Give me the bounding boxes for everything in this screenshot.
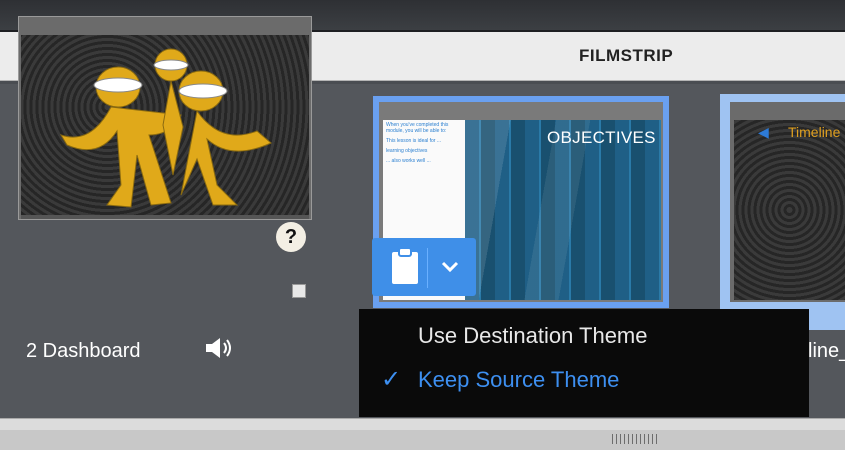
slide-thumbnail-timeline[interactable]: ◀ Timeline <box>730 102 845 302</box>
audio-speaker-icon[interactable] <box>202 334 236 362</box>
resize-grip-icon[interactable] <box>612 434 658 444</box>
button-separator <box>427 248 428 288</box>
question-bubble: ? <box>276 222 306 252</box>
slide-body-line: ... also works well ... <box>386 158 431 164</box>
gold-figures-illustration <box>59 48 272 208</box>
slide-thumbnail-dashboard[interactable] <box>18 16 312 220</box>
checkmark-icon: ✓ <box>381 366 402 393</box>
slide-heading: OBJECTIVES <box>547 128 656 147</box>
back-arrow-icon: ◀ <box>758 124 769 140</box>
slide-body-line: This lesson is ideal for ... <box>386 138 442 144</box>
slide-image <box>21 35 309 215</box>
resize-bar[interactable] <box>0 430 845 450</box>
chevron-down-icon[interactable] <box>438 254 462 278</box>
slide-corner-icon <box>292 284 306 298</box>
slide-label: 2 Dashboard <box>26 340 141 362</box>
slide-body-line: When you've completed this module, you w… <box>386 122 449 134</box>
slide-body-line: learning objectives <box>386 148 428 154</box>
slide-heading: Timeline <box>788 124 841 140</box>
clipboard-icon <box>392 247 418 284</box>
slide-image <box>734 120 845 300</box>
menu-item-use-destination-theme[interactable]: Use Destination Theme <box>418 323 648 349</box>
slide-label: line_ <box>808 340 845 362</box>
paste-options-menu: Use Destination Theme ✓ Keep Source Them… <box>359 309 809 417</box>
paste-options-button[interactable] <box>372 238 476 296</box>
panel-title: FILMSTRIP <box>579 46 674 65</box>
slide-footer <box>21 215 309 219</box>
menu-item-keep-source-theme[interactable]: Keep Source Theme <box>418 367 619 393</box>
